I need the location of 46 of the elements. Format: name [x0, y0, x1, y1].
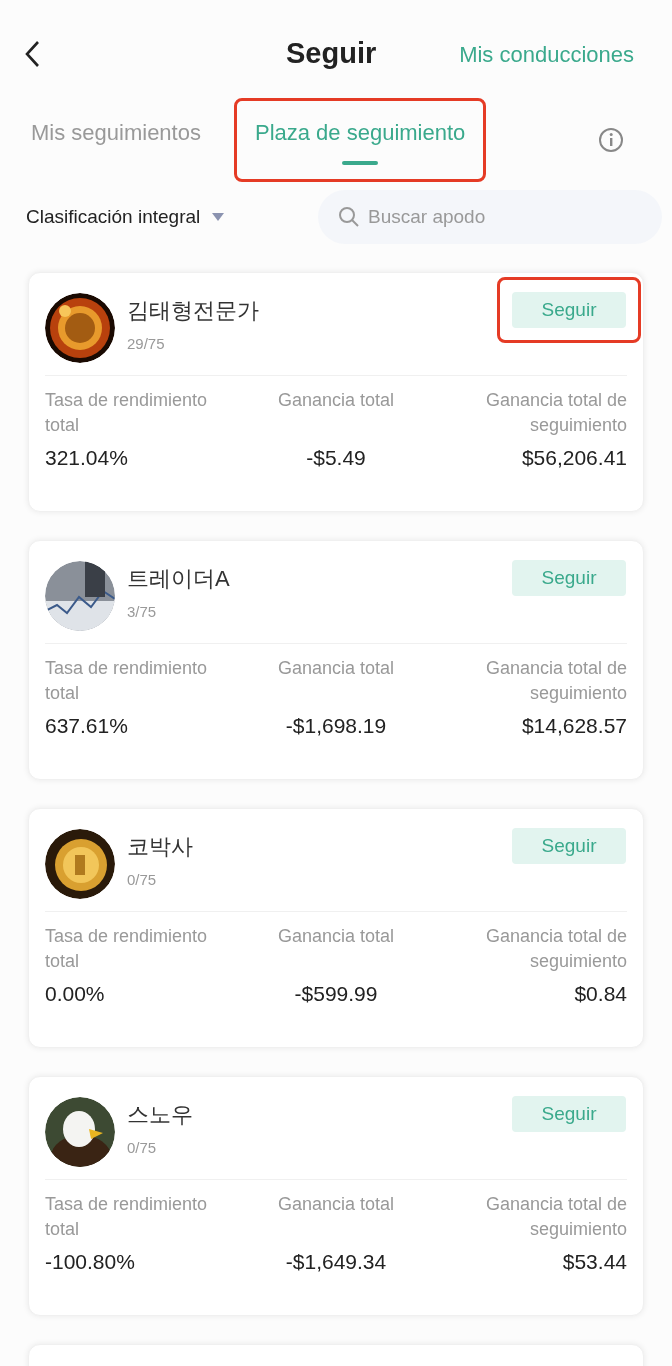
- stat-label: Tasa de rendimiento total: [45, 1193, 209, 1241]
- my-leads-link[interactable]: Mis conducciones: [459, 37, 634, 71]
- follow-button[interactable]: Seguir: [512, 1096, 626, 1132]
- stat-value: -$599.99: [294, 981, 378, 1007]
- stat-label: Ganancia total de seguimiento: [484, 1193, 627, 1241]
- stat-label: Tasa de rendimiento total: [45, 657, 209, 705]
- follower-count: 0/75: [127, 1138, 158, 1158]
- sort-dropdown[interactable]: Clasificación integral: [26, 202, 201, 232]
- follow-button[interactable]: Seguir: [512, 560, 626, 596]
- follower-count: 29/75: [127, 334, 166, 354]
- stat-value: $56,206.41: [521, 445, 627, 471]
- tab[interactable]: Mis seguimientos: [31, 101, 201, 179]
- tab[interactable]: Plaza de seguimiento: [254, 101, 466, 179]
- follow-button[interactable]: Seguir: [512, 292, 626, 328]
- stat-value: $53.44: [562, 1249, 627, 1275]
- stat-value: $0.84: [574, 981, 627, 1007]
- trader-name: 스노우: [127, 1101, 194, 1129]
- search-field[interactable]: Buscar apodo: [318, 190, 662, 244]
- stat-value: -$1,649.34: [285, 1249, 387, 1275]
- stat-label: Ganancia total de seguimiento: [484, 657, 627, 705]
- stat-value: -$5.49: [306, 445, 366, 471]
- follower-count: 3/75: [127, 602, 158, 622]
- follow-button[interactable]: Seguir: [512, 828, 626, 864]
- stat-label: Ganancia total de seguimiento: [484, 389, 627, 437]
- stat-value: $14,628.57: [521, 713, 627, 739]
- back-icon[interactable]: [24, 40, 40, 68]
- stat-value: 0.00%: [45, 981, 105, 1007]
- stat-label: Ganancia total: [277, 925, 395, 948]
- trader-name: 트레이더A: [127, 565, 231, 593]
- stat-label: Ganancia total de seguimiento: [484, 925, 627, 973]
- stat-value: 637.61%: [45, 713, 128, 739]
- stat-value: -$1,698.19: [285, 713, 387, 739]
- trader-name: 김태형전문가: [127, 297, 260, 325]
- stat-label: Tasa de rendimiento total: [45, 925, 209, 973]
- stat-value: 321.04%: [45, 445, 128, 471]
- follower-count: 0/75: [127, 870, 158, 890]
- trader-name: 코박사: [127, 833, 194, 861]
- stat-label: Ganancia total: [277, 1193, 395, 1216]
- stat-label: Ganancia total: [277, 657, 395, 680]
- caret-icon[interactable]: [212, 213, 225, 221]
- stat-value: -100.80%: [45, 1249, 135, 1275]
- search-icon: [338, 206, 360, 228]
- stat-label: Tasa de rendimiento total: [45, 389, 209, 437]
- stat-label: Ganancia total: [277, 389, 395, 412]
- info-icon[interactable]: [598, 127, 624, 153]
- page-title: Seguir: [286, 36, 377, 72]
